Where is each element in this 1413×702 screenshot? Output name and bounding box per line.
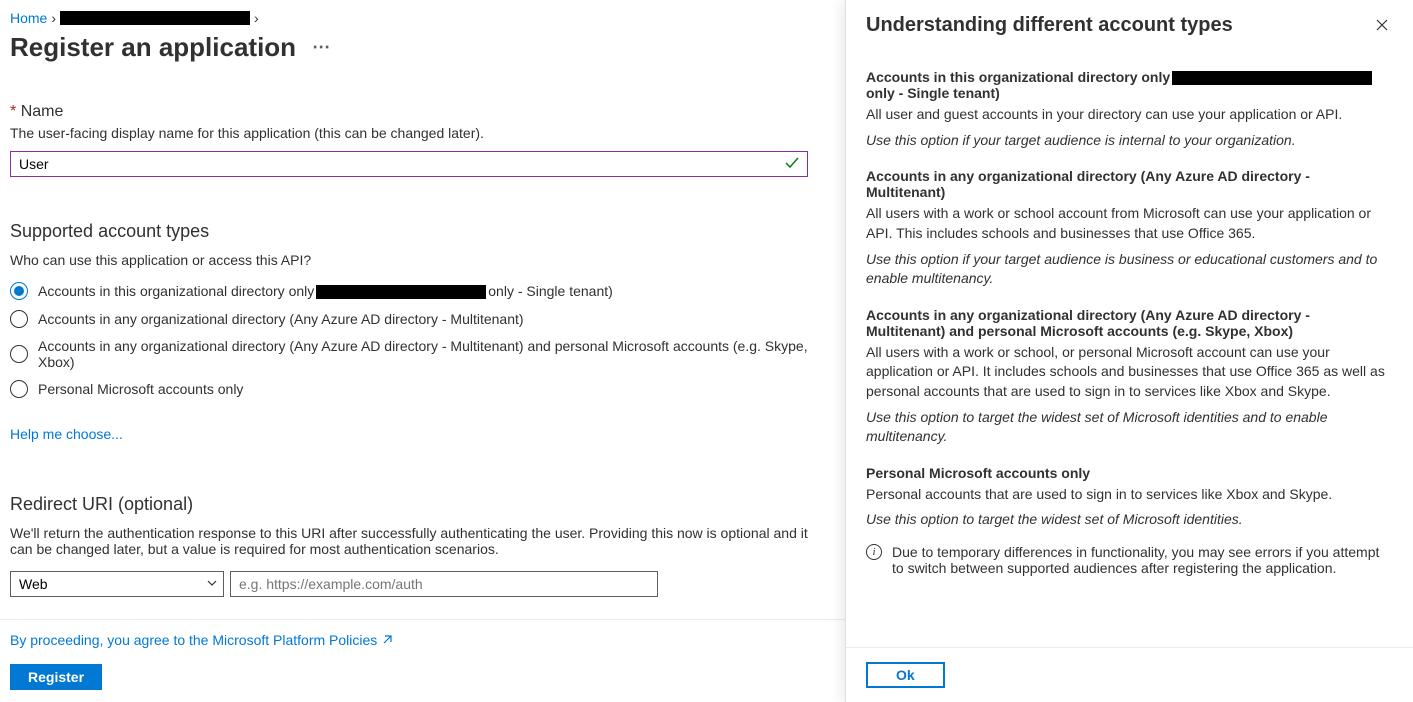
radio-multitenant[interactable]: Accounts in any organizational directory… [10, 310, 835, 328]
radio-personal-only[interactable]: Personal Microsoft accounts only [10, 380, 835, 398]
redacted-text [1172, 71, 1372, 85]
panel-title: Understanding different account types [866, 14, 1233, 37]
radio-icon [10, 380, 28, 398]
ok-button[interactable]: Ok [866, 662, 945, 688]
footer: By proceeding, you agree to the Microsof… [0, 619, 845, 702]
panel-section-body: All users with a work or school account … [866, 204, 1393, 243]
panel-section-guidance: Use this option to target the widest set… [866, 510, 1393, 530]
close-icon [1375, 18, 1389, 32]
breadcrumb-home[interactable]: Home [10, 10, 47, 26]
radio-icon [10, 310, 28, 328]
page-title: Register an application ⋯ [10, 32, 835, 63]
platform-select[interactable] [10, 571, 224, 597]
panel-info-note: i Due to temporary differences in functi… [866, 544, 1393, 576]
panel-section-heading: Accounts in any organizational directory… [866, 168, 1393, 200]
breadcrumb: Home › › [10, 10, 835, 26]
policy-link[interactable]: By proceeding, you agree to the Microsof… [10, 632, 393, 648]
radio-icon [10, 345, 28, 363]
more-icon[interactable]: ⋯ [312, 37, 330, 58]
chevron-right-icon: › [254, 10, 259, 26]
breadcrumb-redacted [60, 11, 250, 25]
redirect-heading: Redirect URI (optional) [10, 494, 835, 515]
redacted-text [316, 285, 486, 299]
name-hint: The user-facing display name for this ap… [10, 125, 835, 141]
redirect-description: We'll return the authentication response… [10, 525, 810, 557]
panel-section-heading: Accounts in any organizational directory… [866, 307, 1393, 339]
account-types-question: Who can use this application or access t… [10, 252, 835, 268]
radio-icon [10, 282, 28, 300]
help-panel: Understanding different account types Ac… [845, 0, 1413, 702]
panel-section-body: All user and guest accounts in your dire… [866, 105, 1393, 125]
register-button[interactable]: Register [10, 664, 102, 690]
check-icon [784, 155, 800, 174]
name-input[interactable] [10, 151, 808, 177]
panel-section-guidance: Use this option if your target audience … [866, 250, 1393, 289]
close-button[interactable] [1371, 14, 1393, 39]
external-link-icon [381, 634, 393, 646]
panel-section-body: All users with a work or school, or pers… [866, 343, 1393, 402]
account-types-heading: Supported account types [10, 221, 835, 242]
panel-section-body: Personal accounts that are used to sign … [866, 485, 1393, 505]
panel-section-guidance: Use this option to target the widest set… [866, 408, 1393, 447]
radio-single-tenant[interactable]: Accounts in this organizational director… [10, 282, 835, 300]
radio-multitenant-personal[interactable]: Accounts in any organizational directory… [10, 338, 835, 370]
info-icon: i [866, 544, 882, 560]
chevron-right-icon: › [51, 10, 56, 26]
panel-section-heading: Personal Microsoft accounts only [866, 465, 1393, 481]
panel-section-heading: Accounts in this organizational director… [866, 69, 1393, 101]
panel-section-guidance: Use this option if your target audience … [866, 131, 1393, 151]
redirect-uri-input[interactable] [230, 571, 658, 597]
help-me-choose-link[interactable]: Help me choose... [10, 426, 123, 442]
name-label: * Name [10, 103, 835, 121]
